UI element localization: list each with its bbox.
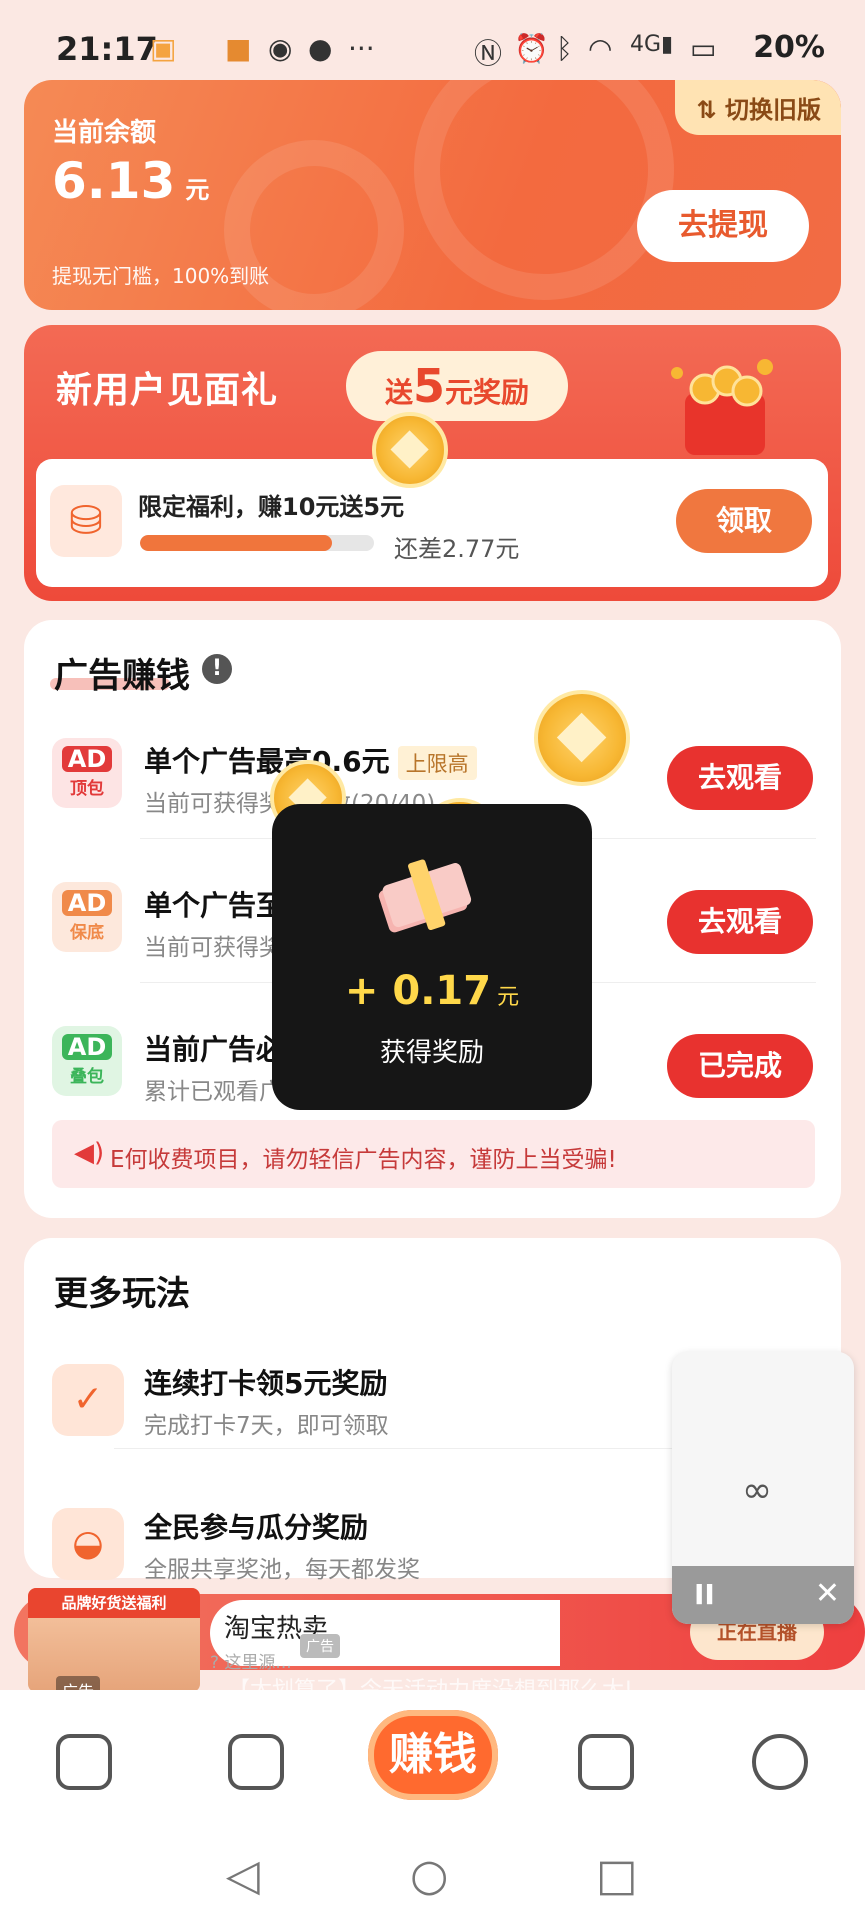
decor-coin-ring [414,80,674,300]
claim-button[interactable]: 领取 [676,489,812,553]
gift-bag-icon: ⛁ [50,485,122,557]
live-ad-tag: 广告 [300,1634,340,1658]
reward-amount-value: + 0.17 [344,968,492,1014]
more-row-sub: 完成打卡7天，即可领取 [144,1413,389,1439]
balance-card: ⇅ 切换旧版 当前余额 6.13 元 提现无门槛，100%到账 去提现 [24,80,841,310]
nav-tv-icon[interactable] [228,1734,284,1790]
wechat-icon: ◉ [268,32,293,65]
nav-home-icon[interactable] [56,1734,112,1790]
prize-pool-icon: ◒ [52,1508,124,1580]
gift-remaining: 还差2.77元 [394,535,520,563]
close-icon[interactable]: ✕ [815,1576,840,1611]
watch-ad-button[interactable]: 去观看 [667,746,813,810]
ad-badge-text: AD [62,746,112,772]
reward-toast: + 0.17 元 获得奖励 [272,804,592,1110]
info-icon[interactable]: ! [202,654,232,684]
ad-row-title-text: 单个广告最高0.6元 [144,745,390,778]
reward-amount-unit: 元 [497,985,520,1010]
balance-amount: 6.13 元 [52,152,209,210]
more-row-title: 全民参与瓜分奖励 [144,1511,369,1544]
cash-stack-icon [378,859,472,933]
gift-task-label: 限定福利，赚10元送5元 [138,493,405,521]
system-nav-bar: ◁ ○ □ [0,1840,865,1920]
balance-value: 6.13 [52,152,176,210]
ad-badge-text: AD [62,1034,112,1060]
nav-profile-icon[interactable] [752,1734,808,1790]
gift-progress-fill [140,535,332,551]
reward-label: 获得奖励 [379,1038,484,1068]
gift-pill-number: 5 [412,359,445,413]
nav-mail-icon[interactable] [578,1734,634,1790]
withdraw-button[interactable]: 去提现 [637,190,809,262]
balance-note: 提现无门槛，100%到账 [52,264,270,288]
gift-pill-suffix: 元奖励 [445,376,530,409]
switch-old-version-button[interactable]: ⇅ 切换旧版 [674,80,841,135]
gift-pill-prefix: 送 [384,376,413,409]
status-bar: 21:17 ▣ ■ ◉ ● ··· Ⓝ ⏰ ᛒ ◠ 4G▮ ▭ 20% [0,0,865,80]
ad-section-title: 广告赚钱 [54,656,190,696]
alarm-icon: ⏰ [514,32,549,65]
ad-topup-icon: AD 顶包 [52,738,122,808]
bluetooth-icon: ᛒ [556,32,573,65]
nfc-icon: Ⓝ [474,37,503,70]
signal-icon: 4G▮ [630,32,674,57]
balance-unit: 元 [185,176,210,204]
more-row-title: 连续打卡领5元奖励 [144,1367,388,1400]
recents-icon[interactable]: □ [596,1850,638,1901]
floating-controls: II ✕ [672,1566,854,1624]
gift-title: 新用户见面礼 [56,370,279,411]
battery-percent: 20% [753,30,825,65]
completed-button[interactable]: 已完成 [667,1034,813,1098]
ad-row-tag: 上限高 [397,746,477,780]
reward-amount: + 0.17 元 [272,968,592,1014]
coin-icon [372,412,448,488]
pause-icon[interactable]: II [694,1578,715,1611]
status-time: 21:17 [56,30,158,68]
speaker-icon: ◀) [74,1138,105,1168]
nav-earn-button[interactable]: 赚钱 [368,1710,498,1800]
more-section-title: 更多玩法 [54,1274,190,1314]
gift-progress-bar [140,535,374,551]
coin-icon [534,690,630,786]
red-envelope-coins-icon [671,359,773,455]
battery-icon: ▭ [690,32,717,65]
gift-reward-pill: 送5元奖励 [346,351,568,421]
bottom-nav: 赚钱 [0,1690,865,1840]
ad-badge-sub: 叠包 [70,1067,104,1087]
ad-badge-sub: 顶包 [70,779,104,799]
more-notifications-icon: ··· [348,32,375,65]
live-thumbnail: 品牌好货送福利 广告 [28,1588,200,1692]
notice-text: E何收费项目，请勿轻信广告内容，谨防上当受骗! [110,1147,617,1173]
ad-badge-text: AD [62,890,112,916]
watch-ad-button[interactable]: 去观看 [667,890,813,954]
ad-badge-sub: 保底 [70,923,104,943]
app-badge-icon: ▣ [150,32,177,65]
balance-label: 当前余额 [52,118,157,148]
calendar-check-icon: ✓ [52,1364,124,1436]
live-thumbnail-title: 品牌好货送福利 [28,1588,200,1618]
wifi-icon: ◠ [588,32,613,65]
qq-icon: ● [308,32,333,65]
floating-window[interactable]: ∞ II ✕ [672,1352,854,1624]
link-icon: ∞ [742,1470,772,1511]
warning-notice: ◀) E何收费项目，请勿轻信广告内容，谨防上当受骗! [52,1120,815,1188]
back-icon[interactable]: ◁ [226,1850,260,1901]
home-icon[interactable]: ○ [410,1850,448,1901]
app-notification-icon: ■ [225,32,252,65]
live-subtitle: ? 这里源... [210,1653,292,1673]
ad-stack-icon: AD 叠包 [52,1026,122,1096]
ad-guarantee-icon: AD 保底 [52,882,122,952]
